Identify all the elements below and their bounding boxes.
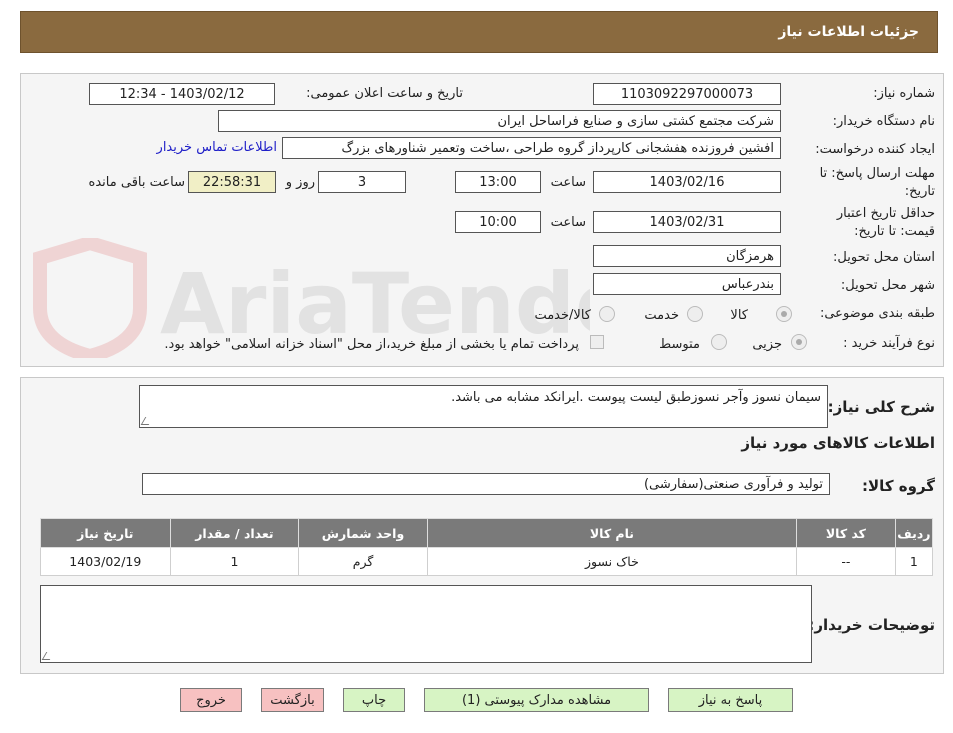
validity-label-1: حداقل تاریخ اعتبار xyxy=(836,206,935,221)
creator-field: افشین فروزنده هفشجانی کارپرداز گروه طراح… xyxy=(282,137,781,159)
province-field: هرمزگان xyxy=(593,245,781,267)
table-row: 1 -- خاک نسوز گرم 1 1403/02/19 xyxy=(40,547,934,576)
summary-field: سیمان نسوز وآجر نسوزطبق لیست پیوست .ایرا… xyxy=(139,385,828,428)
remaining-time-field: 22:58:31 xyxy=(188,171,276,193)
resize-handle-icon[interactable] xyxy=(140,417,154,425)
need-number-label: شماره نیاز: xyxy=(873,86,935,101)
buyer-contact-link[interactable]: اطلاعات تماس خریدار xyxy=(157,140,277,155)
summary-text: سیمان نسوز وآجر نسوزطبق لیست پیوست .ایرا… xyxy=(451,390,821,405)
items-table: ردیف کد کالا نام کالا واحد شمارش تعداد /… xyxy=(40,518,934,576)
process-option-medium: متوسط xyxy=(659,337,700,352)
announce-label: تاریخ و ساعت اعلان عمومی: xyxy=(306,86,463,101)
print-button[interactable]: چاپ xyxy=(343,688,405,712)
cell-item-code: -- xyxy=(796,547,896,576)
buyer-label: نام دستگاه خریدار: xyxy=(832,114,935,129)
deadline-time-field: 13:00 xyxy=(455,171,541,193)
process-radio-minor[interactable] xyxy=(791,334,807,350)
cell-quantity: 1 xyxy=(169,547,300,576)
city-field: بندرعباس xyxy=(593,273,781,295)
category-option-goods-service: کالا/خدمت xyxy=(534,308,591,323)
col-header-need-date: تاریخ نیاز xyxy=(40,518,171,548)
buyer-notes-field[interactable] xyxy=(40,585,812,663)
buyer-notes-label: توضیحات خریدار: xyxy=(808,616,935,634)
category-radio-service[interactable] xyxy=(687,306,703,322)
category-label: طبقه بندی موضوعی: xyxy=(819,306,935,321)
remaining-label: ساعت باقی مانده xyxy=(88,175,185,190)
cell-item-name: خاک نسوز xyxy=(426,547,798,576)
validity-time-field: 10:00 xyxy=(455,211,541,233)
deadline-time-label: ساعت xyxy=(550,175,586,190)
col-header-unit: واحد شمارش xyxy=(298,518,428,548)
group-label: گروه کالا: xyxy=(862,477,935,495)
validity-label-2: قیمت: تا تاریخ: xyxy=(854,224,935,239)
validity-time-label: ساعت xyxy=(550,215,586,230)
announce-field: 1403/02/12 - 12:34 xyxy=(89,83,275,105)
category-option-goods: کالا xyxy=(730,308,748,323)
cell-row-number: 1 xyxy=(894,547,934,576)
validity-date-field: 1403/02/31 xyxy=(593,211,781,233)
cell-need-date: 1403/02/19 xyxy=(40,547,171,576)
resize-handle-icon[interactable] xyxy=(41,652,55,660)
process-option-minor: جزیی xyxy=(752,337,782,352)
group-field: تولید و فرآوری صنعتی(سفارشی) xyxy=(142,473,830,495)
process-radio-medium[interactable] xyxy=(711,334,727,350)
items-table-wrapper: ردیف کد کالا نام کالا واحد شمارش تعداد /… xyxy=(40,518,934,576)
deadline-date-field: 1403/02/16 xyxy=(593,171,781,193)
days-field: 3 xyxy=(318,171,406,193)
treasury-checkbox[interactable] xyxy=(590,335,604,349)
page-title: جزئیات اطلاعات نیاز xyxy=(778,24,919,40)
need-number-field: 1103092297000073 xyxy=(593,83,781,105)
city-label: شهر محل تحویل: xyxy=(840,278,935,293)
category-radio-goods[interactable] xyxy=(776,306,792,322)
exit-button[interactable]: خروج xyxy=(180,688,242,712)
creator-label: ایجاد کننده درخواست: xyxy=(815,142,935,157)
page-header: جزئیات اطلاعات نیاز xyxy=(20,11,938,53)
days-label: روز و xyxy=(285,175,315,190)
col-header-row-number: ردیف xyxy=(894,518,934,548)
deadline-label-1: مهلت ارسال پاسخ: تا xyxy=(819,166,935,181)
cell-unit: گرم xyxy=(298,547,428,576)
col-header-item-code: کد کالا xyxy=(796,518,896,548)
process-label: نوع فرآیند خرید : xyxy=(843,336,935,351)
table-header-row: ردیف کد کالا نام کالا واحد شمارش تعداد /… xyxy=(40,518,934,548)
col-header-quantity: تعداد / مقدار xyxy=(169,518,300,548)
back-button[interactable]: بازگشت xyxy=(261,688,324,712)
col-header-item-name: نام کالا xyxy=(426,518,798,548)
province-label: استان محل تحویل: xyxy=(833,250,935,265)
category-option-service: خدمت xyxy=(644,308,679,323)
reply-button[interactable]: پاسخ به نیاز xyxy=(668,688,793,712)
buyer-field: شرکت مجتمع کشتی سازی و صنایع فراساحل ایر… xyxy=(218,110,781,132)
category-radio-goods-service[interactable] xyxy=(599,306,615,322)
items-section-title: اطلاعات کالاهای مورد نیاز xyxy=(741,434,935,452)
summary-label: شرح کلی نیاز: xyxy=(827,398,935,416)
treasury-note: پرداخت تمام یا بخشی از مبلغ خرید،از محل … xyxy=(164,337,579,352)
view-attachments-button[interactable]: مشاهده مدارک پیوستی (1) xyxy=(424,688,649,712)
deadline-label-2: تاریخ: xyxy=(904,184,935,199)
